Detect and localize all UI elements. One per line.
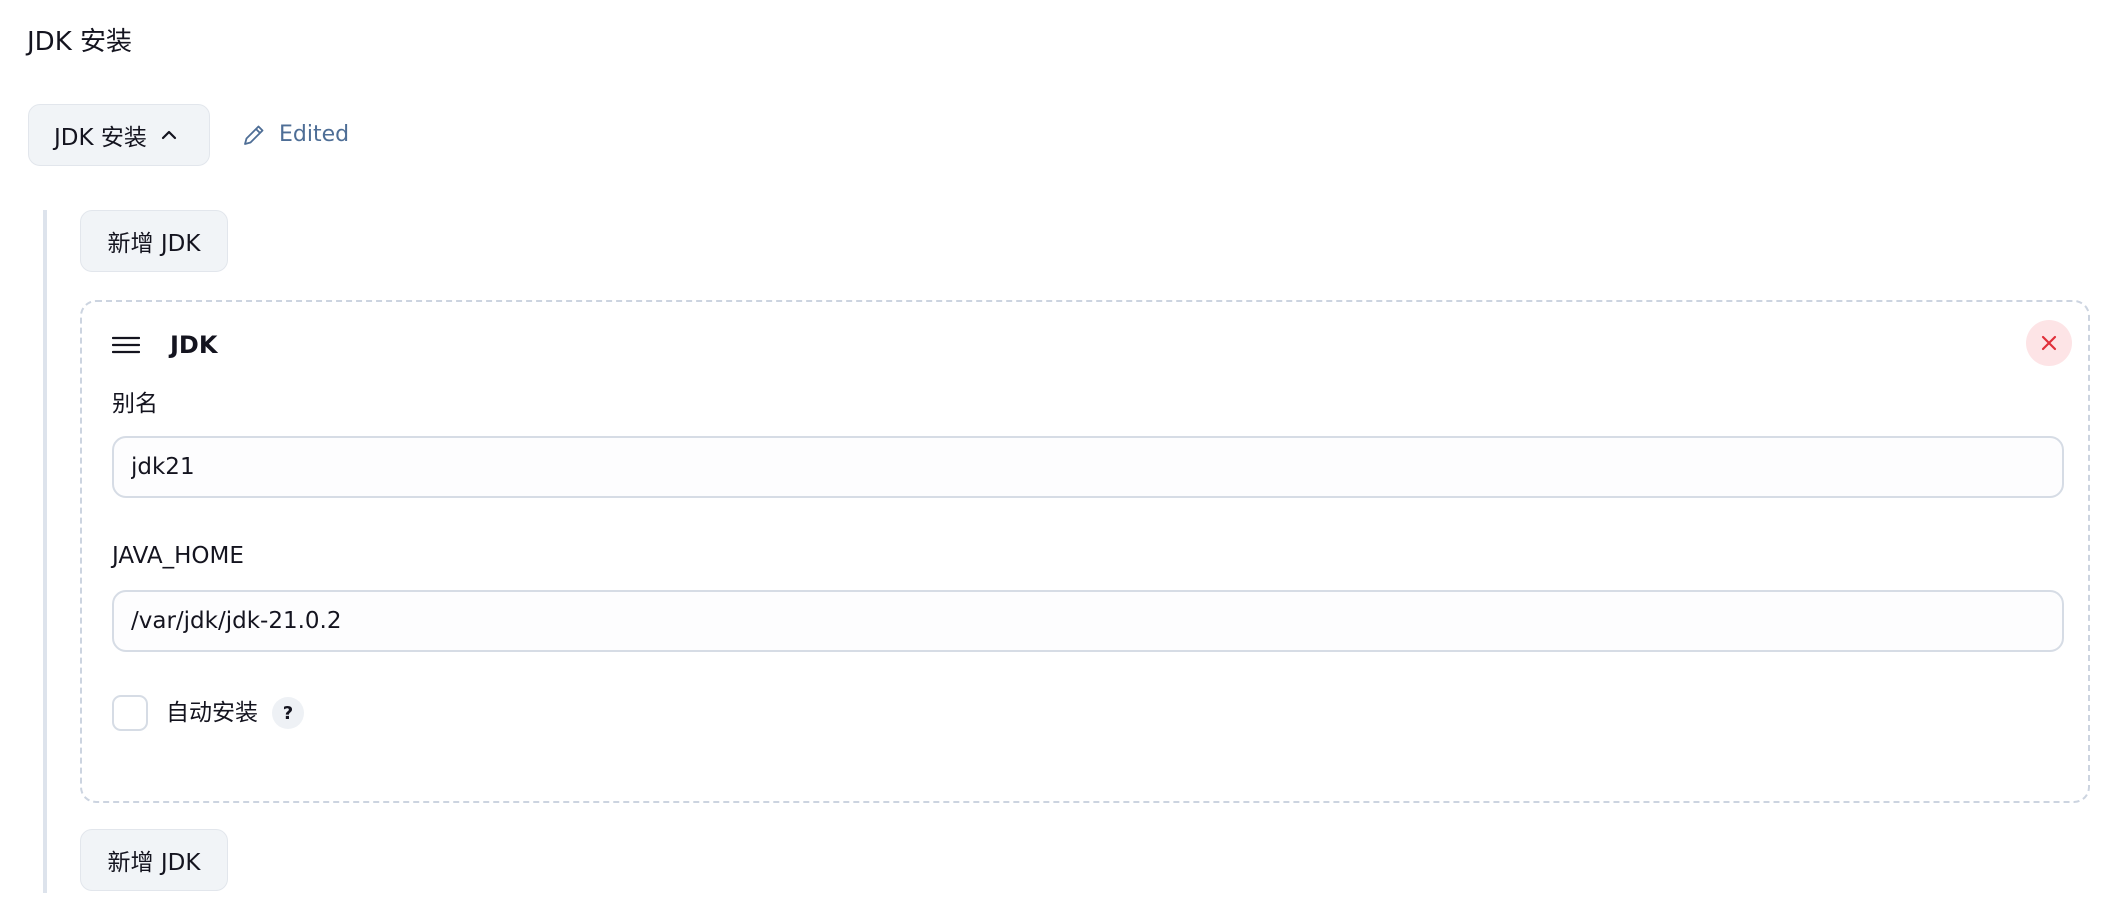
chevron-up-icon (159, 125, 179, 145)
alias-input[interactable] (112, 436, 2064, 498)
close-icon (2040, 334, 2058, 352)
edited-indicator: Edited (241, 118, 349, 152)
remove-jdk-button[interactable] (2026, 320, 2072, 366)
auto-install-label[interactable]: 自动安装 (166, 697, 258, 729)
drag-handle-icon[interactable] (112, 331, 140, 359)
pencil-icon (241, 122, 267, 148)
alias-label: 别名 (112, 391, 158, 417)
card-header: JDK (112, 330, 217, 360)
java-home-label: JAVA_HOME (112, 543, 244, 569)
auto-install-checkbox[interactable] (112, 695, 148, 731)
jdk-card: JDK 别名 JAVA_HOME 自动安装 ? (80, 300, 2090, 803)
help-icon[interactable]: ? (272, 697, 304, 729)
card-title: JDK (170, 331, 218, 359)
jdk-install-toggle-button[interactable]: JDK 安装 (28, 104, 210, 166)
java-home-input[interactable] (112, 590, 2064, 652)
auto-install-row: 自动安装 ? (112, 695, 304, 731)
toggle-label: JDK 安装 (54, 125, 147, 151)
edited-label: Edited (279, 122, 350, 147)
section-title: JDK 安装 (27, 27, 133, 57)
section-divider (43, 210, 47, 893)
add-jdk-button-bottom[interactable]: 新增 JDK (80, 829, 228, 891)
add-jdk-button-top[interactable]: 新增 JDK (80, 210, 228, 272)
